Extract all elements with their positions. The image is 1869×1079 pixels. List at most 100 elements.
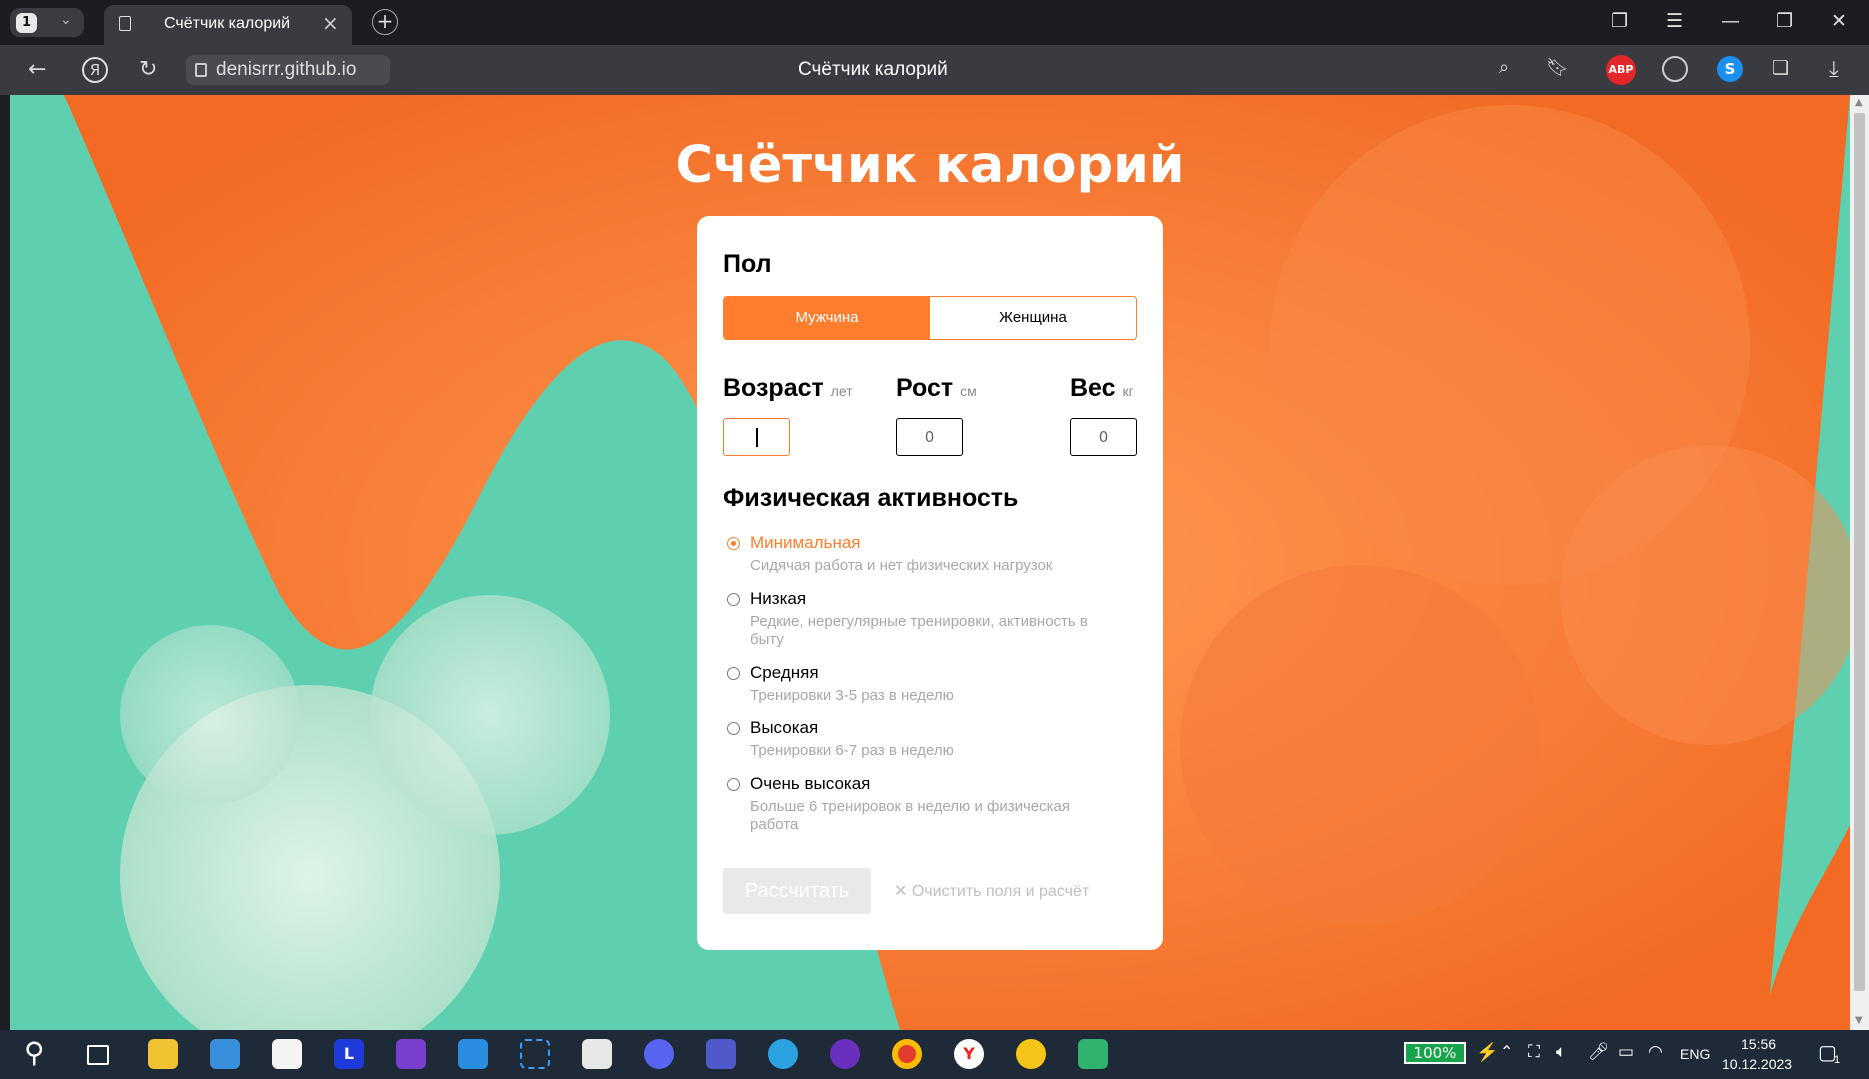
reset-label: Очистить поля и расчёт bbox=[911, 883, 1090, 900]
volume-icon[interactable]: 🔈︎ bbox=[1556, 1042, 1566, 1062]
scroll-down-icon[interactable]: ▼ bbox=[1855, 1015, 1863, 1026]
notepad-icon[interactable] bbox=[582, 1039, 612, 1069]
weight-input[interactable]: 0 bbox=[1070, 418, 1137, 456]
calculate-button[interactable]: Рассчитать bbox=[723, 868, 871, 914]
activity-label: Низкая bbox=[750, 589, 807, 608]
activity-label: Высокая bbox=[750, 718, 819, 737]
bookmark-icon[interactable]: 🔖︎ bbox=[1546, 57, 1569, 78]
restore-button[interactable]: ❐ bbox=[1776, 10, 1793, 32]
charging-icon: ⚡ bbox=[1476, 1042, 1499, 1062]
browser-tab-bar: 1 ⌄ Счётчик калорий × + ❐ ☰ — ❐ ✕ bbox=[0, 0, 1869, 45]
gender-switch: Мужчина Женщина bbox=[723, 296, 1137, 340]
taskbar: ⚲ L Y 100% ⚡ ⌃ ⛶ 🔈︎ 🎤︎ ▭ ◠ ENG 15:56 10.… bbox=[0, 1030, 1869, 1079]
snipping-tool-icon[interactable] bbox=[520, 1039, 550, 1069]
gender-female-button[interactable]: Женщина bbox=[930, 297, 1136, 339]
wifi-icon[interactable]: ◠ bbox=[1648, 1042, 1663, 1062]
search-icon[interactable]: ⚲ bbox=[24, 1039, 54, 1069]
clock-date[interactable]: 10.12.2023 bbox=[1722, 1056, 1792, 1072]
git-icon[interactable] bbox=[1078, 1039, 1108, 1069]
yandex-browser-icon[interactable]: Y bbox=[954, 1039, 984, 1069]
battery-icon[interactable]: ▭ bbox=[1618, 1042, 1634, 1062]
discord-icon[interactable] bbox=[644, 1039, 674, 1069]
url-field[interactable]: denisrrr.github.io bbox=[186, 55, 390, 85]
url-text: denisrrr.github.io bbox=[216, 59, 357, 80]
height-label: Рост см bbox=[896, 374, 977, 403]
radio-button[interactable] bbox=[727, 667, 740, 680]
page-title-bar: Счётчик калорий bbox=[798, 59, 948, 80]
chevron-down-icon: ⌄ bbox=[60, 12, 72, 28]
address-bar: ← Я ↻ denisrrr.github.io Счётчик калорий… bbox=[0, 45, 1869, 95]
radio-button[interactable] bbox=[727, 722, 740, 735]
weight-label: Вес кг bbox=[1070, 374, 1134, 403]
clock-time[interactable]: 15:56 bbox=[1741, 1036, 1776, 1052]
activity-label: Минимальная bbox=[750, 533, 861, 552]
menu-icon[interactable]: ☰ bbox=[1666, 10, 1683, 32]
teams-icon[interactable] bbox=[706, 1039, 736, 1069]
visual-studio-icon[interactable] bbox=[396, 1039, 426, 1069]
screen-icon[interactable]: ⛶ bbox=[1528, 1042, 1540, 1062]
age-unit: лет bbox=[830, 383, 853, 399]
activity-desc: Тренировки 6-7 раз в неделю bbox=[750, 742, 954, 759]
file-explorer-icon[interactable] bbox=[148, 1039, 178, 1069]
activity-desc: Тренировки 3-5 раз в неделю bbox=[750, 687, 954, 704]
app-title: Счётчик калорий bbox=[675, 136, 1185, 195]
task-view-icon[interactable] bbox=[87, 1045, 109, 1065]
scrollbar[interactable]: ▲ ▼ bbox=[1850, 95, 1869, 1030]
tab-close-icon[interactable]: × bbox=[322, 11, 339, 35]
microphone-icon[interactable]: 🎤︎ bbox=[1588, 1042, 1610, 1062]
back-icon[interactable]: ← bbox=[28, 57, 46, 82]
mail-icon[interactable] bbox=[210, 1039, 240, 1069]
radio-button[interactable] bbox=[727, 778, 740, 791]
activity-desc: Больше 6 тренировок в неделю и физическа… bbox=[750, 798, 1070, 833]
radio-button[interactable] bbox=[727, 537, 740, 550]
recorder-icon[interactable] bbox=[1016, 1039, 1046, 1069]
chevron-up-icon[interactable]: ⌃ bbox=[1500, 1042, 1513, 1062]
close-icon: ✕ bbox=[894, 883, 912, 900]
tor-icon[interactable] bbox=[830, 1039, 860, 1069]
download-icon[interactable]: ⤓ bbox=[1829, 57, 1839, 82]
page-viewport: Счётчик калорий Пол Мужчина Женщина Возр… bbox=[10, 95, 1850, 1030]
minimize-button[interactable]: — bbox=[1721, 10, 1740, 32]
tab-title: Счётчик калорий bbox=[164, 15, 291, 32]
text-caret bbox=[756, 428, 758, 447]
new-tab-button[interactable]: + bbox=[372, 9, 398, 35]
gender-heading: Пол bbox=[723, 250, 772, 278]
reload-icon[interactable]: ↻ bbox=[139, 57, 157, 82]
age-label-text: Возраст bbox=[723, 374, 824, 402]
notification-count: 1 bbox=[1834, 1054, 1841, 1066]
scroll-up-icon[interactable]: ▲ bbox=[1855, 97, 1863, 108]
reset-button[interactable]: ✕ Очистить поля и расчёт bbox=[894, 881, 1089, 901]
height-label-text: Рост bbox=[896, 374, 954, 402]
collections-icon[interactable]: ❐ bbox=[1611, 10, 1628, 32]
lock-icon bbox=[195, 63, 207, 77]
language-indicator[interactable]: ENG bbox=[1680, 1046, 1710, 1062]
lingvo-icon[interactable]: L bbox=[334, 1039, 364, 1069]
height-input[interactable]: 0 bbox=[896, 418, 963, 456]
adblock-icon[interactable]: ABP bbox=[1606, 55, 1636, 85]
window-close-button[interactable]: ✕ bbox=[1831, 10, 1847, 32]
gender-male-button[interactable]: Мужчина bbox=[724, 297, 930, 339]
store-icon[interactable] bbox=[272, 1039, 302, 1069]
height-unit: см bbox=[960, 383, 977, 399]
weight-label-text: Вес bbox=[1070, 374, 1116, 402]
calculator-card: Пол Мужчина Женщина Возраст лет Рост см … bbox=[697, 216, 1163, 950]
globe-icon[interactable] bbox=[1662, 56, 1688, 82]
activity-desc: Сидячая работа и нет физических нагрузок bbox=[750, 557, 1053, 574]
telegram-icon[interactable] bbox=[768, 1039, 798, 1069]
tab-active[interactable]: Счётчик калорий × bbox=[104, 5, 352, 45]
translate-icon[interactable]: ❏ bbox=[1772, 57, 1789, 79]
vscode-icon[interactable] bbox=[458, 1039, 488, 1069]
activity-label: Средняя bbox=[750, 663, 819, 682]
chrome-icon[interactable] bbox=[892, 1039, 922, 1069]
battery-indicator[interactable]: 100% bbox=[1404, 1042, 1466, 1064]
age-input[interactable] bbox=[723, 418, 790, 456]
tab-group-button[interactable]: 1 ⌄ bbox=[10, 8, 84, 37]
radio-button[interactable] bbox=[727, 593, 740, 606]
shazam-icon[interactable]: S bbox=[1717, 56, 1743, 82]
activity-desc: Редкие, нерегулярные тренировки, активно… bbox=[750, 613, 1088, 648]
scrollbar-thumb[interactable] bbox=[1854, 113, 1865, 991]
search-icon[interactable]: ⌕ bbox=[1499, 57, 1509, 78]
activity-heading: Физическая активность bbox=[723, 484, 1019, 512]
yandex-icon[interactable]: Я bbox=[82, 57, 108, 83]
page-icon bbox=[119, 16, 131, 31]
